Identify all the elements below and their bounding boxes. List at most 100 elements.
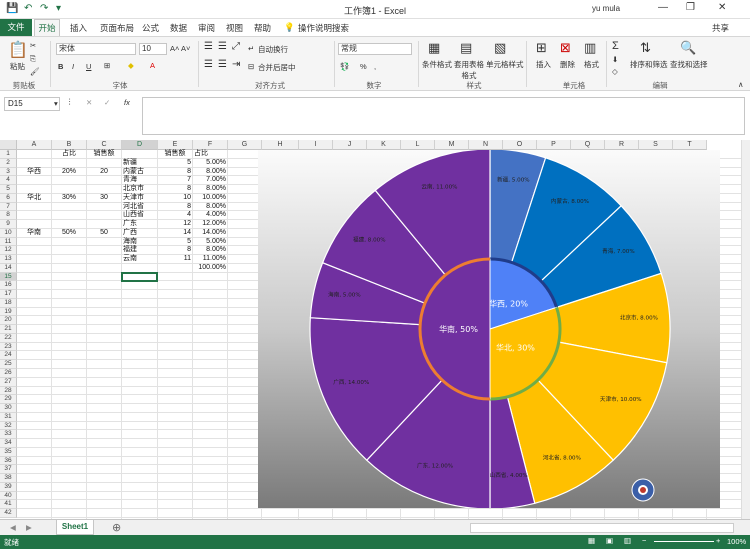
tab-page-layout[interactable]: 页面布局 <box>100 22 134 34</box>
name-cell[interactable]: 青海 <box>123 176 156 184</box>
merge-center-button[interactable]: 合并后居中 <box>258 62 296 73</box>
row-header-3[interactable]: 3 <box>0 167 17 177</box>
fill-icon[interactable]: ⬇ <box>612 55 618 64</box>
sales-cell[interactable]: 10 <box>159 194 191 202</box>
row-header-23[interactable]: 23 <box>0 342 17 352</box>
page-layout-view-icon[interactable]: ▣ <box>606 536 613 545</box>
row-header-28[interactable]: 28 <box>0 386 17 396</box>
row-header-19[interactable]: 19 <box>0 307 17 317</box>
sales-cell[interactable]: 7 <box>159 176 191 184</box>
number-format-select[interactable]: 常规 <box>338 43 412 55</box>
total-cell[interactable]: 100.00% <box>194 264 226 272</box>
row-header-37[interactable]: 37 <box>0 465 17 475</box>
bold-button[interactable]: B <box>58 62 63 71</box>
insert-cells-button[interactable]: 插入 <box>536 59 551 70</box>
row-header-21[interactable]: 21 <box>0 325 17 334</box>
conditional-format-icon[interactable]: ▦ <box>428 40 440 56</box>
header-cell[interactable]: 销售额 <box>88 150 120 158</box>
conditional-format-button[interactable]: 条件格式 <box>422 59 452 70</box>
column-header-h[interactable]: H <box>262 140 299 150</box>
merge-icon[interactable]: ⊟ <box>248 62 254 71</box>
name-cell[interactable]: 广西 <box>123 229 156 237</box>
comma-button[interactable]: , <box>374 62 376 71</box>
tab-insert[interactable]: 插入 <box>70 22 87 34</box>
prev-sheet-icon[interactable]: ◀ <box>10 523 16 532</box>
sales-cell[interactable]: 14 <box>159 229 191 237</box>
name-cell[interactable]: 云南 <box>123 255 156 263</box>
restore-button[interactable]: ❐ <box>686 2 695 13</box>
delete-cells-button[interactable]: 删除 <box>560 59 575 70</box>
next-sheet-icon[interactable]: ▶ <box>26 523 32 532</box>
region-cell[interactable]: 华西 <box>18 168 50 176</box>
share-cell[interactable]: 8.00% <box>194 168 226 176</box>
italic-button[interactable]: I <box>72 62 74 71</box>
insert-function-button[interactable]: fx <box>124 98 130 107</box>
column-header-e[interactable]: E <box>158 140 193 150</box>
vertical-scrollbar[interactable] <box>741 140 750 519</box>
name-box[interactable]: D15 <box>4 97 60 111</box>
sales-cell[interactable]: 11 <box>159 255 191 263</box>
row-header-17[interactable]: 17 <box>0 290 17 299</box>
align-top-icon[interactable]: ☰ <box>204 41 213 52</box>
clear-icon[interactable]: ◇ <box>612 67 618 76</box>
column-header-o[interactable]: O <box>503 140 537 150</box>
zoom-out-icon[interactable]: − <box>642 536 646 545</box>
delete-cells-icon[interactable]: ⊠ <box>560 40 571 56</box>
row-header-12[interactable]: 12 <box>0 246 17 256</box>
row-header-33[interactable]: 33 <box>0 430 17 440</box>
cell-style-icon[interactable]: ▧ <box>494 40 506 56</box>
share-cell[interactable]: 8.00% <box>194 246 226 254</box>
column-header-d[interactable]: D <box>122 140 158 150</box>
row-header-39[interactable]: 39 <box>0 482 17 492</box>
column-header-n[interactable]: N <box>469 140 503 150</box>
border-icon[interactable]: ⊞ <box>104 61 110 70</box>
name-cell[interactable]: 河北省 <box>123 203 156 211</box>
column-header-m[interactable]: M <box>435 140 469 150</box>
row-header-40[interactable]: 40 <box>0 491 17 501</box>
share-cell[interactable]: 20% <box>53 168 85 176</box>
header-cell[interactable]: 占比 <box>53 150 85 158</box>
row-header-1[interactable]: 1 <box>0 150 17 159</box>
tab-help[interactable]: 帮助 <box>254 22 271 34</box>
zoom-slider[interactable] <box>654 541 714 542</box>
row-header-20[interactable]: 20 <box>0 316 17 326</box>
sales-cell[interactable]: 30 <box>88 194 120 202</box>
share-cell[interactable]: 8.00% <box>194 203 226 211</box>
row-header-26[interactable]: 26 <box>0 369 17 378</box>
tab-file[interactable]: 文件 <box>0 19 32 36</box>
share-cell[interactable]: 4.00% <box>194 211 226 219</box>
sales-cell[interactable]: 8 <box>159 185 191 193</box>
tab-home[interactable]: 开始 <box>34 19 60 36</box>
column-header-t[interactable]: T <box>673 140 707 150</box>
name-cell[interactable]: 海南 <box>123 238 156 246</box>
row-header-15[interactable]: 15 <box>0 272 17 282</box>
align-left-icon[interactable]: ☰ <box>204 59 213 70</box>
wrap-text-button[interactable]: 自动换行 <box>258 44 288 55</box>
row-header-4[interactable]: 4 <box>0 176 17 186</box>
row-header-18[interactable]: 18 <box>0 298 17 308</box>
autosum-icon[interactable]: Σ <box>612 40 619 52</box>
sales-cell[interactable]: 50 <box>88 229 120 237</box>
paste-icon[interactable]: 📋 <box>8 40 28 60</box>
share-cell[interactable]: 5.00% <box>194 238 226 246</box>
row-header-30[interactable]: 30 <box>0 404 17 413</box>
region-cell[interactable]: 华北 <box>18 194 50 202</box>
sales-cell[interactable]: 5 <box>159 238 191 246</box>
column-header-i[interactable]: I <box>299 140 333 150</box>
find-select-button[interactable]: 查找和选择 <box>670 59 708 70</box>
row-header-10[interactable]: 10 <box>0 228 17 238</box>
share-cell[interactable]: 11.00% <box>194 255 226 263</box>
row-header-16[interactable]: 16 <box>0 281 17 291</box>
formula-input[interactable] <box>142 97 745 135</box>
table-format-icon[interactable]: ▤ <box>460 40 472 56</box>
column-header-s[interactable]: S <box>639 140 673 150</box>
row-header-2[interactable]: 2 <box>0 158 17 168</box>
header-cell[interactable]: 销售额 <box>159 150 191 158</box>
column-header-g[interactable]: G <box>228 140 262 150</box>
copy-icon[interactable]: ⎘ <box>30 54 36 64</box>
row-header-35[interactable]: 35 <box>0 447 17 457</box>
paste-button[interactable]: 粘贴 <box>10 61 25 72</box>
row-header-36[interactable]: 36 <box>0 456 17 466</box>
font-size-select[interactable]: 10 <box>139 43 167 55</box>
sales-cell[interactable]: 4 <box>159 211 191 219</box>
